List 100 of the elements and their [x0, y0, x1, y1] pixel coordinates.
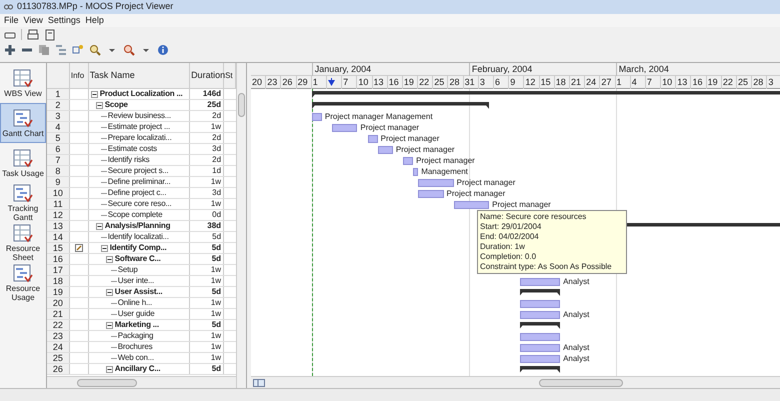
task-name: Identify risks	[108, 155, 150, 165]
collapse-icon[interactable]	[100, 244, 108, 252]
task-name: Packaging	[118, 331, 154, 341]
task-name: Estimate costs	[108, 144, 157, 154]
row-number: 17	[47, 265, 70, 275]
duration-cell: 5d	[190, 364, 224, 374]
resource-label: Management	[421, 166, 468, 177]
collapse-icon[interactable]	[106, 288, 113, 296]
view-document-icon	[13, 108, 33, 128]
row-number: 7	[47, 155, 70, 165]
info-icon[interactable]	[157, 44, 169, 56]
collapse-icon[interactable]	[106, 256, 113, 262]
app-icon	[4, 4, 13, 10]
task-name: Web con...	[118, 353, 154, 363]
resource-label: Project manager	[446, 188, 506, 199]
resource-label: Analyst	[563, 276, 590, 287]
view-button[interactable]: Resource Usage	[0, 263, 46, 303]
vertical-scrollbar[interactable]	[237, 63, 247, 388]
day-label: 1	[312, 76, 318, 89]
task-name: Identify Comp...	[110, 243, 167, 253]
menu-item[interactable]: Help	[85, 14, 104, 28]
task-name: Scope	[104, 100, 128, 110]
zoom-out-icon[interactable]	[123, 44, 135, 56]
menu-item[interactable]: View	[24, 14, 43, 28]
view-document-icon	[13, 68, 33, 88]
row-number: 6	[47, 144, 70, 154]
collapse-icon[interactable]	[96, 222, 103, 230]
day-label: 27	[601, 76, 612, 89]
split-view-icon[interactable]	[253, 378, 265, 386]
day-label: 25	[738, 76, 748, 89]
duration-cell: 5d	[190, 320, 224, 330]
task-name: Estimate project ...	[108, 122, 170, 132]
row-number: 21	[47, 309, 70, 319]
task-name: User inte...	[118, 276, 154, 286]
row-number: 3	[47, 111, 70, 121]
resource-label: Project manager	[396, 144, 455, 155]
column-header[interactable]: Task Name	[88, 63, 190, 88]
print-preview-icon[interactable]	[44, 28, 56, 40]
day-label: 22	[419, 76, 430, 89]
horizontal-scrollbar[interactable]	[539, 378, 623, 386]
view-button[interactable]: WBS View	[0, 63, 46, 103]
column-header[interactable]: Info	[70, 63, 89, 88]
row-number: 18	[47, 276, 70, 286]
collapse-icon[interactable]	[106, 322, 113, 328]
tooltip-line: Completion: 0.0	[480, 252, 538, 262]
collapse-icon[interactable]	[96, 102, 103, 108]
view-button[interactable]: Tracking Gantt	[0, 183, 46, 223]
month-label: March, 2004	[618, 63, 669, 76]
row-number: 4	[47, 122, 70, 132]
plus-icon[interactable]	[4, 44, 16, 56]
duration-cell: 1w	[190, 342, 224, 352]
view-button[interactable]: Resource Sheet	[0, 223, 46, 263]
tooltip-line: Start: 29/01/2004	[480, 222, 542, 232]
resource-label: Project manager	[360, 122, 420, 133]
task-name: Marketing ...	[114, 320, 159, 330]
duration-cell: 1w	[190, 309, 224, 319]
row-number: 12	[47, 210, 70, 220]
window-title: 01130783.MPp - MOOS Project Viewer	[17, 0, 174, 14]
task-name: Identify localizati...	[108, 232, 169, 242]
day-label: 16	[692, 76, 702, 89]
task-name: Software C...	[114, 254, 161, 264]
day-label: 3	[768, 76, 774, 89]
horizontal-scrollbar[interactable]	[47, 376, 236, 388]
duration-cell: 1w	[190, 265, 224, 275]
day-label: 1	[616, 76, 622, 89]
day-label: 31	[464, 76, 475, 89]
row-number: 10	[47, 188, 70, 198]
printer-icon[interactable]	[27, 28, 39, 40]
day-label: 19	[708, 76, 718, 89]
column-header[interactable]: Duration	[190, 63, 224, 88]
duration-cell: 2d	[190, 155, 224, 165]
duration-cell: 1d	[190, 166, 224, 176]
tooltip-line: End: 04/02/2004	[480, 232, 540, 242]
task-name: Define preliminar...	[108, 177, 170, 187]
day-label: 29	[298, 76, 308, 89]
duration-cell: 1w	[190, 298, 224, 308]
view-document-icon	[13, 184, 33, 204]
month-label: January, 2004	[314, 63, 372, 76]
month-label: February, 2004	[472, 63, 532, 76]
view-button[interactable]: Task Usage	[0, 143, 46, 183]
view-button[interactable]: Gantt Chart	[0, 103, 46, 143]
collapse-icon[interactable]	[90, 90, 98, 98]
column-header[interactable]: St	[224, 63, 236, 88]
task-name: Secure core reso...	[108, 199, 172, 209]
resource-label: Project manager	[416, 155, 475, 166]
day-label: 28	[753, 76, 764, 89]
row-number: 23	[47, 331, 70, 341]
day-label: 23	[267, 76, 278, 89]
view-document-icon	[13, 264, 33, 284]
zoom-in-icon[interactable]	[89, 44, 101, 56]
duration-cell: 2d	[190, 133, 224, 143]
row-number: 2	[47, 100, 70, 110]
row-number: 9	[47, 177, 70, 187]
menu-item[interactable]: File	[4, 14, 19, 28]
row-number: 5	[47, 133, 70, 143]
day-label: 21	[570, 76, 581, 89]
menu-item[interactable]: Settings	[48, 14, 80, 28]
collapse-icon[interactable]	[106, 366, 113, 372]
resource-label: Analyst	[563, 353, 590, 364]
resource-label: Project manager	[380, 133, 440, 144]
